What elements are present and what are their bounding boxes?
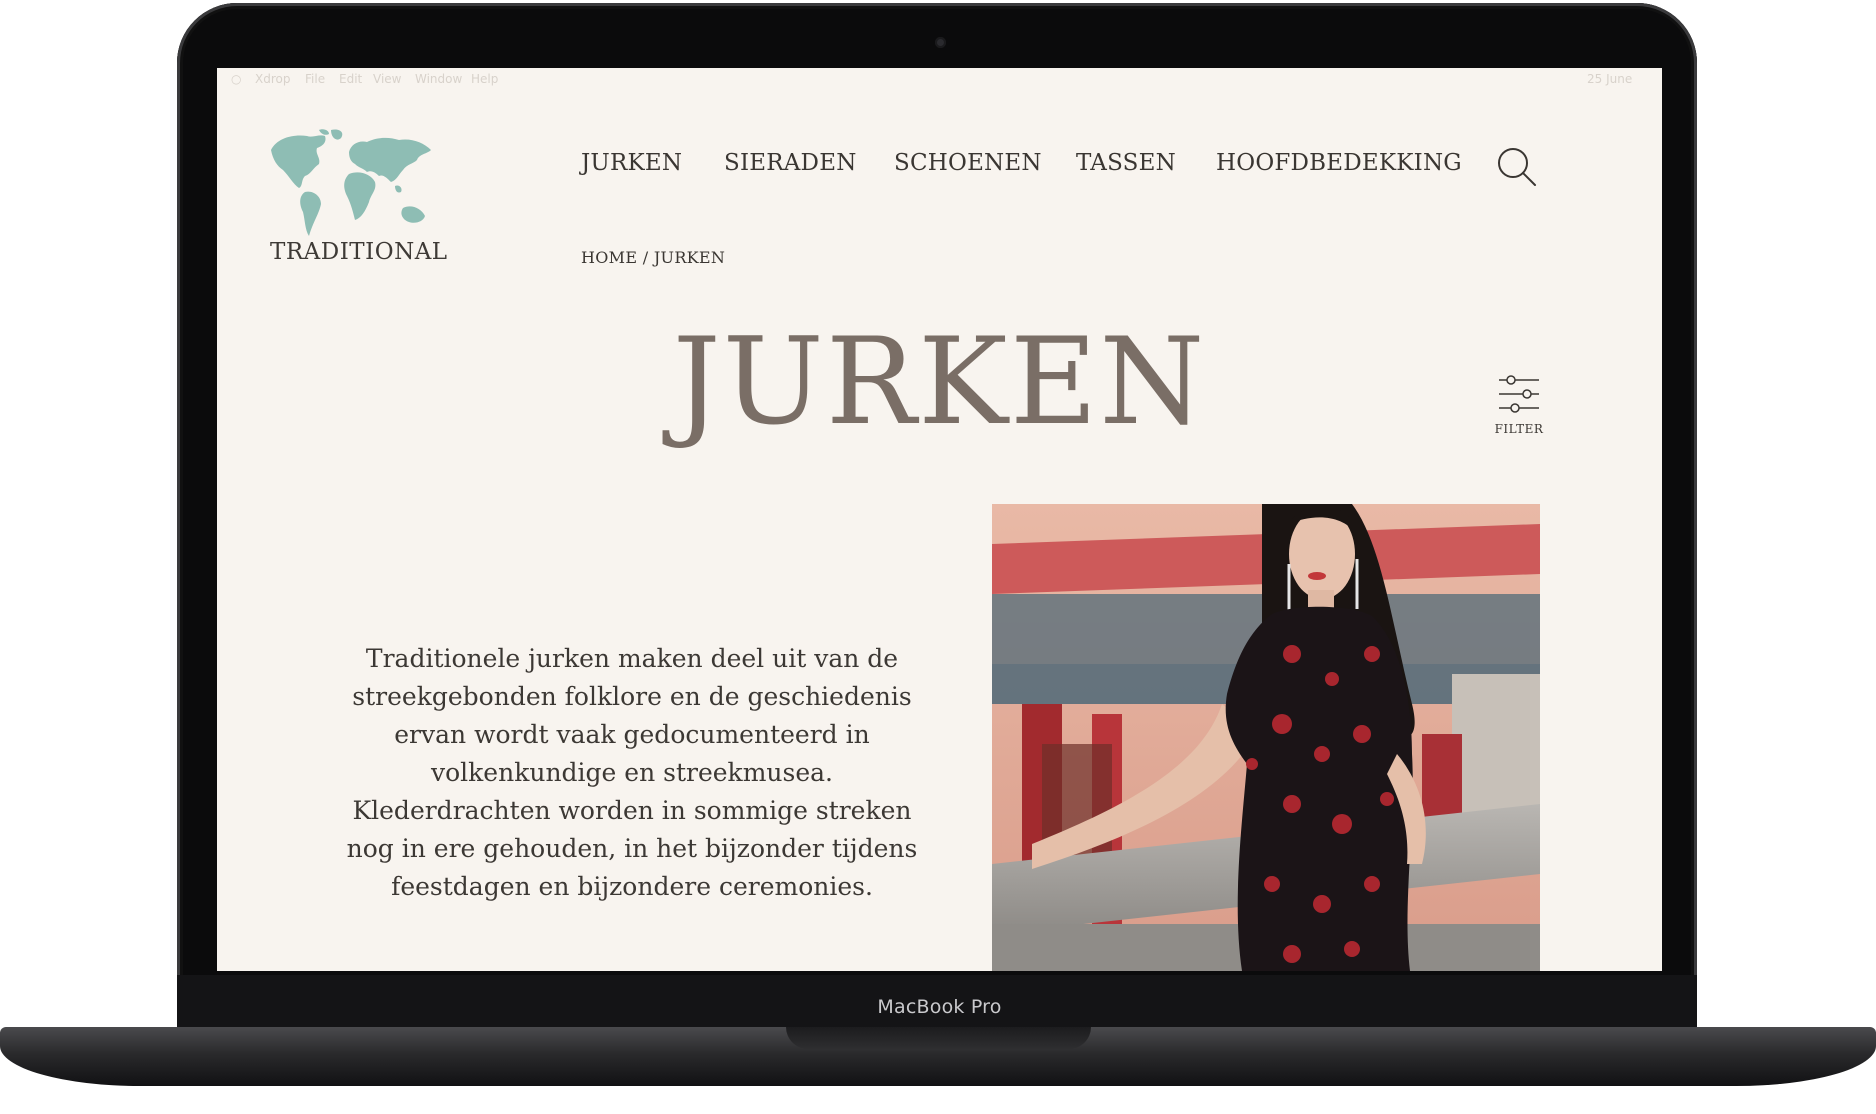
sliders-icon xyxy=(1499,375,1539,413)
filter-button[interactable]: FILTER xyxy=(1489,374,1549,436)
logo-wordmark[interactable]: TRADITIONAL xyxy=(270,239,448,265)
nav-item-jurken[interactable]: JURKEN xyxy=(581,150,682,176)
breadcrumb-separator: / xyxy=(642,248,649,267)
search-button[interactable] xyxy=(1494,144,1538,188)
apple-icon[interactable]: ○ xyxy=(231,72,241,86)
intro-paragraph: Traditionele jurken maken deel uit van d… xyxy=(346,644,918,901)
device-label: MacBook Pro xyxy=(877,996,1002,1018)
page-title: JURKEN xyxy=(672,313,1207,452)
menubar-item-help[interactable]: Help xyxy=(471,72,498,86)
menubar-clock: 25 June xyxy=(1587,72,1633,86)
world-map-icon xyxy=(271,129,431,236)
menubar-item-app[interactable]: Xdrop xyxy=(255,72,290,86)
nav-item-tassen[interactable]: TASSEN xyxy=(1076,150,1176,176)
menubar-item-window[interactable]: Window xyxy=(415,72,462,86)
woman-in-dress-photo xyxy=(992,504,1540,971)
search-icon xyxy=(1498,148,1536,186)
nav-item-sieraden[interactable]: SIERADEN xyxy=(724,150,857,176)
camera-icon xyxy=(935,37,946,48)
breadcrumb: HOME / JURKEN xyxy=(581,248,725,267)
breadcrumb-home[interactable]: HOME xyxy=(581,248,637,267)
nav-item-hoofdbedekking[interactable]: HOOFDBEDEKKING xyxy=(1216,150,1462,176)
site-logo[interactable] xyxy=(267,124,435,239)
laptop-notch xyxy=(786,1027,1091,1049)
filter-label: FILTER xyxy=(1494,422,1544,436)
browser-viewport: ○ Xdrop File Edit View Window Help 25 Ju… xyxy=(217,68,1662,971)
menubar-item-view[interactable]: View xyxy=(373,72,401,86)
menubar-item-file[interactable]: File xyxy=(305,72,325,86)
nav-item-schoenen[interactable]: SCHOENEN xyxy=(894,150,1042,176)
menubar-item-edit[interactable]: Edit xyxy=(339,72,362,86)
product-photo xyxy=(992,504,1540,971)
os-menubar: ○ Xdrop File Edit View Window Help 25 Ju… xyxy=(217,68,1662,90)
breadcrumb-current: JURKEN xyxy=(653,248,726,267)
